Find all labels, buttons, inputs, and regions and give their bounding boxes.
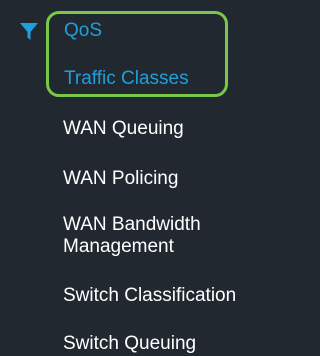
menu-item-traffic-classes[interactable]: Traffic Classes [64,68,189,90]
menu-item-switch-queuing[interactable]: Switch Queuing [63,333,196,355]
menu-item-wan-queuing[interactable]: WAN Queuing [63,118,184,140]
menu-item-qos[interactable]: QoS [64,20,102,42]
filter-icon[interactable] [19,21,39,43]
menu-item-switch-classification[interactable]: Switch Classification [63,285,236,307]
menu-item-wan-bandwidth-management[interactable]: WAN Bandwidth Management [63,214,263,258]
menu-item-wan-policing[interactable]: WAN Policing [63,168,178,190]
navigation-menu-screenshot: QoS Traffic Classes WAN Queuing WAN Poli… [0,0,286,356]
